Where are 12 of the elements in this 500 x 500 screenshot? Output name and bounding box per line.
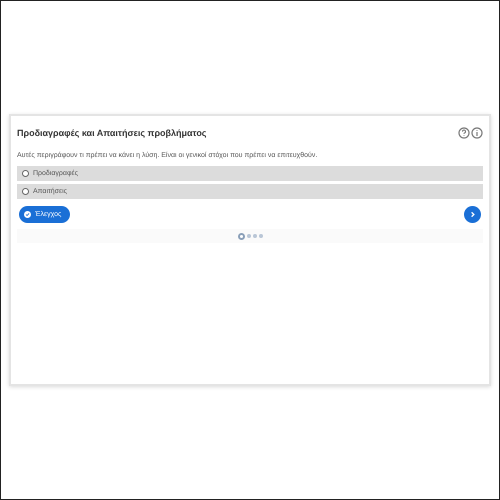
page-dot[interactable] [238, 232, 244, 240]
card-title: Προδιαγραφές και Απαιτήσεις προβλήματος [17, 128, 206, 138]
page-dot[interactable] [252, 234, 256, 238]
info-icon[interactable] [471, 127, 483, 139]
chevron-right-icon [469, 211, 476, 218]
radio-icon [22, 170, 29, 177]
check-circle-icon [24, 211, 31, 218]
radio-icon [22, 188, 29, 195]
next-button[interactable] [464, 206, 481, 223]
help-icon[interactable] [458, 127, 470, 139]
page-dot[interactable] [246, 234, 250, 238]
page-dot[interactable] [258, 234, 262, 238]
